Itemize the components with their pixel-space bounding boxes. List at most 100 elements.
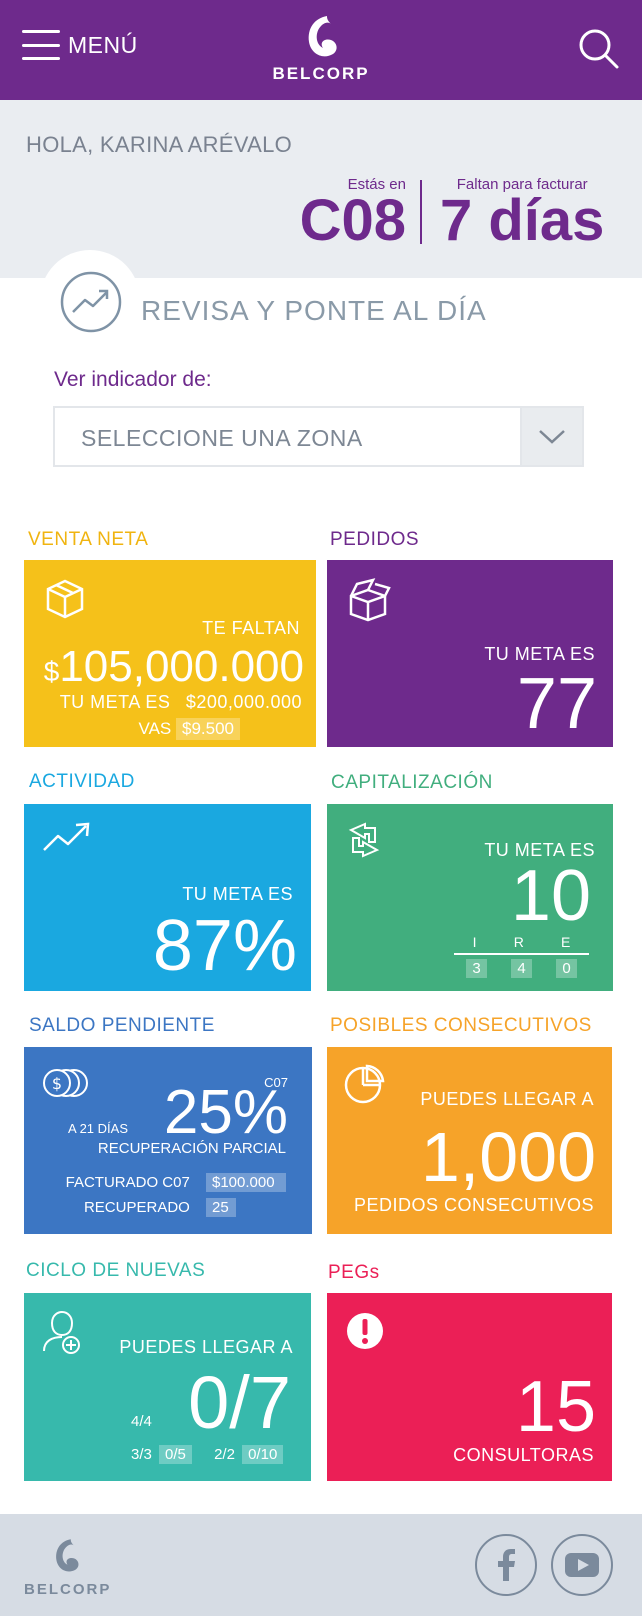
indicator-label: Ver indicador de: — [54, 368, 212, 391]
card-nuevas[interactable]: PUEDES LLEGAR A 0/7 4/4 3/3 0/5 2/2 0/10 — [24, 1293, 311, 1481]
zone-select[interactable]: SELECCIONE UNA ZONA — [53, 406, 584, 467]
card-capitalizacion[interactable]: TU META ES 10 I R E 3 4 0 — [327, 804, 613, 991]
facebook-button[interactable] — [475, 1534, 537, 1596]
search-button[interactable] — [578, 28, 620, 75]
vas-row: VAS $9.500 — [138, 718, 240, 740]
app-footer: BELCORP — [0, 1514, 642, 1616]
ire-value: 0 — [556, 959, 577, 978]
consecutivos-value: 1,000 — [420, 1118, 596, 1196]
actividad-meta-label: TU META ES — [182, 884, 293, 904]
card-title-pegs: PEGs — [328, 1262, 380, 1283]
pedidos-meta-label: TU META ES — [484, 644, 595, 664]
meta-label: TU META ES — [59, 692, 171, 712]
billing-value: 7 días — [440, 188, 605, 253]
card-pegs[interactable]: 15 CONSULTORAS — [327, 1293, 612, 1481]
card-title-pedidos: PEDIDOS — [330, 529, 420, 550]
nuevas-stat2: 3/3 — [131, 1446, 152, 1463]
belcorp-logo-icon — [56, 1539, 79, 1572]
saldo-percent: 25% — [163, 1078, 288, 1147]
card-title-capitalizacion: CAPITALIZACIÓN — [331, 772, 493, 793]
card-title-saldo: SALDO PENDIENTE — [29, 1015, 215, 1036]
faltan-label: TE FALTAN — [202, 618, 300, 638]
divider — [420, 180, 422, 244]
brand-name: BELCORP — [272, 64, 370, 83]
greeting-text: HOLA, KARINA ARÉVALO — [26, 132, 293, 157]
coins-icon: $ — [43, 1069, 88, 1097]
saldo-days: A 21 DÍAS — [68, 1121, 128, 1136]
ire-headers: I R E — [454, 934, 589, 950]
ire-header: R — [513, 934, 524, 950]
card-pedidos[interactable]: TU META ES 77 — [327, 560, 613, 747]
ire-value: 4 — [511, 959, 532, 978]
actividad-meta-value: 87% — [152, 906, 297, 986]
nuevas-stats-row: 3/3 0/5 2/2 0/10 — [131, 1445, 284, 1464]
card-venta-neta[interactable]: TE FALTAN $105,000.000 TU META ES $200,0… — [24, 560, 316, 747]
youtube-button[interactable] — [551, 1534, 613, 1596]
search-icon[interactable] — [578, 28, 620, 70]
belcorp-logo[interactable]: BELCORP — [270, 12, 372, 84]
saldo-recovery: RECUPERACIÓN PARCIAL — [97, 1140, 286, 1157]
card-title-venta-neta: VENTA NETA — [28, 529, 149, 550]
revisa-title: REVISA Y PONTE AL DÍA — [141, 295, 487, 326]
recuperado-label: RECUPERADO — [83, 1199, 190, 1216]
facturado-value: $100.000 — [206, 1173, 286, 1192]
footer-brand: BELCORP — [24, 1581, 112, 1598]
menu-button[interactable]: MENÚ — [22, 30, 138, 60]
card-consecutivos[interactable]: PUEDES LLEGAR A 1,000 PEDIDOS CONSECUTIV… — [327, 1047, 612, 1234]
consecutivos-sub: PEDIDOS CONSECUTIVOS — [353, 1195, 594, 1215]
footer-logo[interactable]: BELCORP — [24, 1536, 112, 1598]
nuevas-label: PUEDES LLEGAR A — [119, 1337, 293, 1357]
card-title-nuevas: CICLO DE NUEVAS — [26, 1260, 206, 1281]
card-actividad[interactable]: TU META ES 87% — [24, 804, 311, 991]
ire-header: I — [472, 934, 477, 950]
chevron-down-icon[interactable] — [538, 429, 566, 445]
recuperado-value: 25 — [206, 1198, 236, 1217]
cap-meta-value: 10 — [510, 856, 591, 936]
nuevas-chip3: 0/10 — [242, 1445, 284, 1464]
recuperado-row: RECUPERADO 25 — [84, 1198, 236, 1217]
ire-value: 3 — [466, 959, 487, 978]
menu-label[interactable]: MENÚ — [68, 32, 138, 59]
card-title-actividad: ACTIVIDAD — [29, 771, 135, 792]
meta-row: TU META ES $200,000.000 — [60, 692, 302, 713]
pegs-sub: CONSULTORAS — [453, 1445, 594, 1465]
pie-chart-icon — [344, 1064, 385, 1104]
add-user-icon — [43, 1310, 80, 1354]
meta-value: $200,000.000 — [185, 692, 302, 712]
vas-label: VAS — [138, 719, 172, 738]
facebook-icon[interactable] — [496, 1549, 516, 1581]
hamburger-icon[interactable] — [22, 30, 60, 60]
billing-block: Faltan para facturar 7 días — [440, 176, 605, 253]
trend-circle-icon — [59, 270, 123, 339]
app-header: MENÚ BELCORP — [0, 0, 642, 100]
ire-divider — [454, 953, 589, 955]
card-title-consecutivos: POSIBLES CONSECUTIVOS — [330, 1015, 592, 1036]
consecutivos-label: PUEDES LLEGAR A — [420, 1089, 594, 1109]
box-icon — [46, 579, 84, 619]
amount-value: 105,000.000 — [59, 642, 304, 691]
facturado-label: FACTURADO C07 — [65, 1174, 190, 1191]
nuevas-stat1: 4/4 — [131, 1413, 152, 1430]
svg-text:$: $ — [52, 1074, 62, 1093]
nuevas-stat3: 2/2 — [214, 1446, 235, 1463]
card-saldo[interactable]: $ C07 A 21 DÍAS 25% RECUPERACIÓN PARCIAL… — [24, 1047, 312, 1234]
ire-table: I R E 3 4 0 — [454, 934, 589, 978]
ire-header: E — [561, 934, 571, 950]
exchange-icon — [348, 822, 380, 858]
zone-select-value[interactable]: SELECCIONE UNA ZONA — [81, 425, 363, 452]
pegs-value: 15 — [515, 1367, 596, 1447]
campaign-block: Estás en C08 — [296, 176, 406, 253]
dropdown-toggle[interactable] — [520, 408, 582, 465]
vas-value: $9.500 — [176, 718, 240, 740]
open-box-icon — [349, 578, 391, 622]
facturado-row: FACTURADO C07 $100.000 — [66, 1173, 286, 1192]
alert-icon — [347, 1313, 383, 1349]
nuevas-chip2: 0/5 — [159, 1445, 192, 1464]
belcorp-logo-icon — [308, 16, 337, 57]
campaign-value: C08 — [299, 188, 406, 253]
ire-values: 3 4 0 — [454, 959, 589, 978]
nuevas-value: 0/7 — [188, 1361, 291, 1444]
currency-symbol: $ — [43, 656, 60, 687]
youtube-icon[interactable] — [565, 1553, 599, 1577]
trending-up-icon — [43, 822, 90, 851]
